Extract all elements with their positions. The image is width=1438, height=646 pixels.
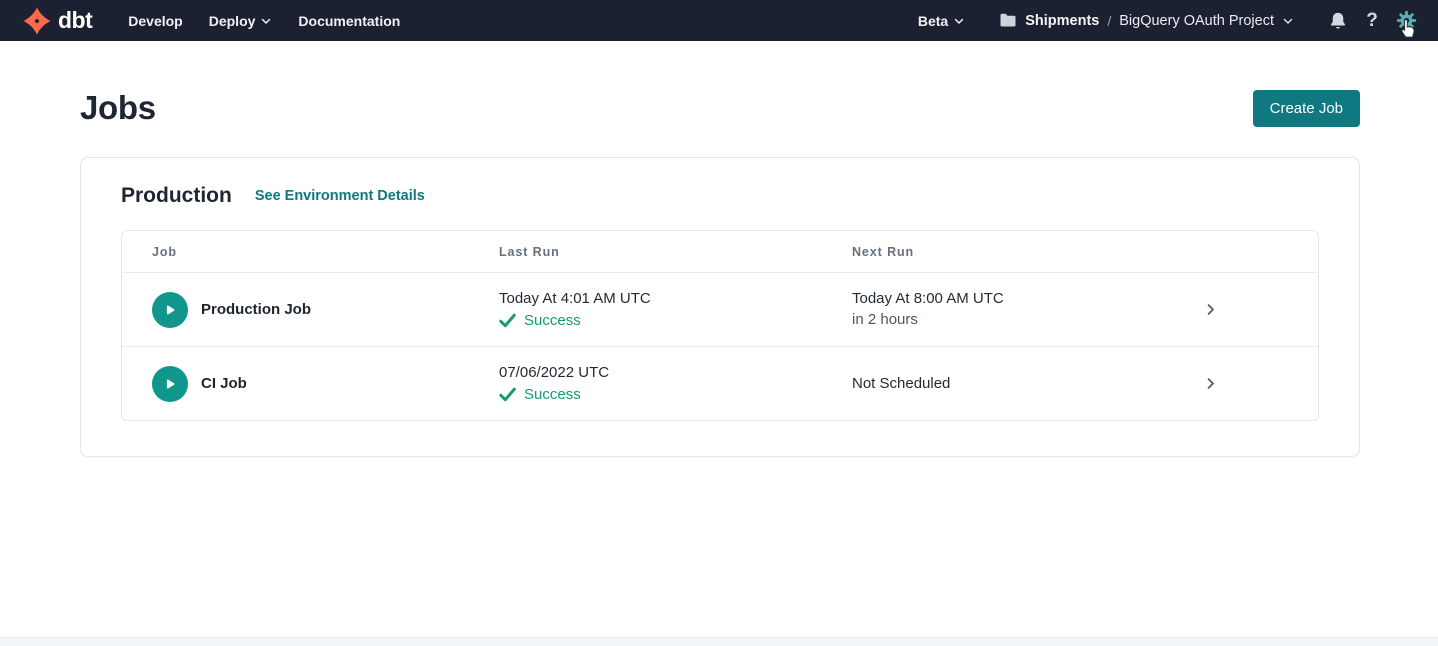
- job-name: Production Job: [201, 301, 311, 318]
- check-icon: [499, 313, 516, 328]
- last-run-time: 07/06/2022 UTC: [499, 363, 840, 383]
- see-environment-details-link[interactable]: See Environment Details: [255, 188, 425, 204]
- last-run-cell: 07/06/2022 UTC Success: [499, 363, 852, 405]
- jobs-table: Job Last Run Next Run Production Job Tod…: [121, 230, 1319, 421]
- status-badge: Success: [524, 311, 581, 331]
- job-name: CI Job: [201, 375, 247, 392]
- folder-icon: [999, 13, 1017, 28]
- next-run-time: Not Scheduled: [852, 374, 1176, 394]
- play-icon: [162, 376, 178, 392]
- nav-link-deploy[interactable]: Deploy: [209, 13, 273, 29]
- chevron-down-icon: [260, 15, 272, 27]
- environment-card: Production See Environment Details Job L…: [80, 157, 1360, 457]
- help-button[interactable]: ?: [1358, 7, 1386, 35]
- settings-button[interactable]: [1392, 7, 1420, 35]
- create-job-button[interactable]: Create Job: [1253, 90, 1360, 127]
- chevron-down-icon: [953, 15, 965, 27]
- page-title: Jobs: [80, 89, 156, 127]
- column-header-next-run: Next Run: [852, 245, 1188, 259]
- play-icon: [162, 302, 178, 318]
- gear-icon: [1396, 10, 1417, 31]
- nav-link-documentation[interactable]: Documentation: [298, 13, 400, 29]
- chevron-right-icon[interactable]: [1203, 301, 1218, 318]
- run-job-button[interactable]: [152, 366, 188, 402]
- top-navbar: dbt Develop Deploy Documentation Beta: [0, 0, 1438, 41]
- column-header-last-run: Last Run: [499, 245, 852, 259]
- status-badge: Success: [524, 385, 581, 405]
- dbt-logo-icon: [22, 6, 52, 36]
- dbt-logo[interactable]: dbt: [22, 6, 92, 36]
- page-header: Jobs Create Job: [0, 41, 1438, 127]
- table-row-ci-job[interactable]: CI Job 07/06/2022 UTC Success Not Schedu…: [122, 346, 1318, 420]
- bell-icon: [1329, 11, 1347, 31]
- nav-link-develop[interactable]: Develop: [128, 13, 182, 29]
- column-header-job: Job: [122, 245, 499, 259]
- last-run-cell: Today At 4:01 AM UTC Success: [499, 289, 852, 331]
- check-icon: [499, 387, 516, 402]
- next-run-time: Today At 8:00 AM UTC: [852, 289, 1176, 309]
- beta-dropdown[interactable]: Beta: [918, 13, 965, 29]
- table-row-production-job[interactable]: Production Job Today At 4:01 AM UTC Succ…: [122, 272, 1318, 346]
- chevron-right-icon[interactable]: [1203, 375, 1218, 392]
- breadcrumb-separator: /: [1107, 13, 1111, 29]
- environment-name: Production: [121, 184, 232, 208]
- next-run-cell: Not Scheduled: [852, 374, 1188, 394]
- help-icon: ?: [1366, 10, 1378, 32]
- jobs-table-header: Job Last Run Next Run: [122, 231, 1318, 272]
- environment-header: Production See Environment Details: [121, 184, 1319, 208]
- account-name: Shipments: [1025, 13, 1099, 29]
- next-run-cell: Today At 8:00 AM UTC in 2 hours: [852, 289, 1188, 330]
- next-run-note: in 2 hours: [852, 310, 1176, 330]
- page-bottom-edge: [0, 637, 1438, 646]
- chevron-down-icon: [1282, 15, 1294, 27]
- dbt-logo-text: dbt: [58, 7, 92, 34]
- notifications-button[interactable]: [1324, 7, 1352, 35]
- project-switcher[interactable]: Shipments / BigQuery OAuth Project: [999, 13, 1294, 29]
- last-run-time: Today At 4:01 AM UTC: [499, 289, 840, 309]
- run-job-button[interactable]: [152, 292, 188, 328]
- project-name: BigQuery OAuth Project: [1119, 13, 1274, 29]
